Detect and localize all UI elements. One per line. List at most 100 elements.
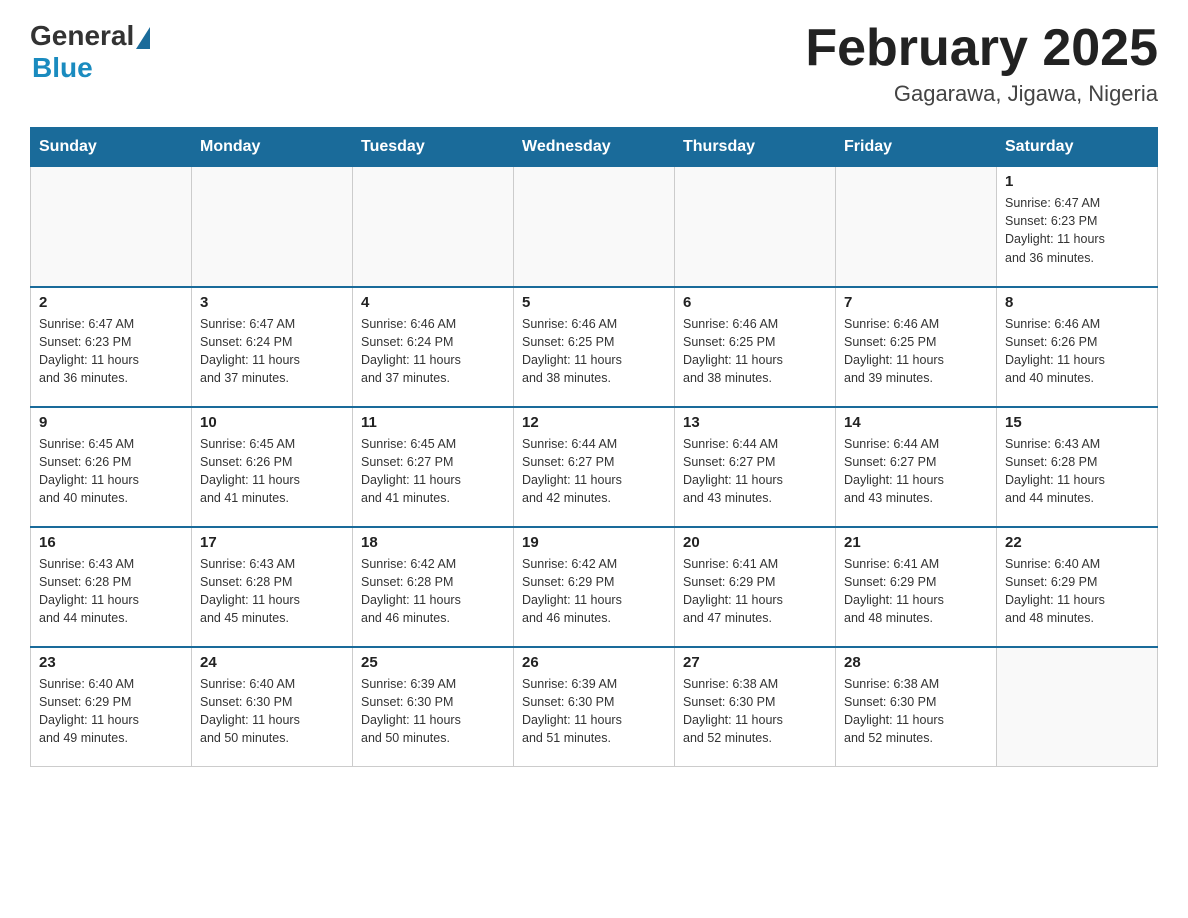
day-number: 25 [361,654,505,671]
day-info: Sunrise: 6:45 AM Sunset: 6:26 PM Dayligh… [39,435,183,508]
calendar-day-header: Thursday [675,128,836,167]
day-number: 12 [522,414,666,431]
day-number: 26 [522,654,666,671]
day-number: 8 [1005,294,1149,311]
calendar-day-cell: 9 Sunrise: 6:45 AM Sunset: 6:26 PM Daylig… [31,407,192,527]
calendar-header-row: SundayMondayTuesdayWednesdayThursdayFrid… [31,128,1158,167]
day-number: 27 [683,654,827,671]
calendar-week-row: 9 Sunrise: 6:45 AM Sunset: 6:26 PM Daylig… [31,407,1158,527]
day-number: 6 [683,294,827,311]
calendar-day-cell: 17Sunrise: 6:43 AM Sunset: 6:28 PM Dayli… [192,527,353,647]
calendar-day-header: Sunday [31,128,192,167]
day-number: 2 [39,294,183,311]
calendar-day-header: Monday [192,128,353,167]
day-info: Sunrise: 6:42 AM Sunset: 6:28 PM Dayligh… [361,555,505,628]
day-number: 18 [361,534,505,551]
calendar-day-cell: 12 Sunrise: 6:44 AM Sunset: 6:27 PM Dayli… [514,407,675,527]
calendar-day-cell: 13 Sunrise: 6:44 AM Sunset: 6:27 PM Dayli… [675,407,836,527]
logo-general-text: General [30,20,134,52]
calendar-day-cell: 2 Sunrise: 6:47 AM Sunset: 6:23 PM Daylig… [31,287,192,407]
title-section: February 2025 Gagarawa, Jigawa, Nigeria [805,20,1158,107]
calendar-day-cell: 20 Sunrise: 6:41 AM Sunset: 6:29 PM Dayli… [675,527,836,647]
calendar-week-row: 2 Sunrise: 6:47 AM Sunset: 6:23 PM Daylig… [31,287,1158,407]
calendar-day-header: Wednesday [514,128,675,167]
calendar-day-cell: 3 Sunrise: 6:47 AM Sunset: 6:24 PM Daylig… [192,287,353,407]
page-title: February 2025 [805,20,1158,77]
day-info: Sunrise: 6:47 AM Sunset: 6:24 PM Dayligh… [200,315,344,388]
day-number: 15 [1005,414,1149,431]
day-number: 24 [200,654,344,671]
day-info: Sunrise: 6:44 AM Sunset: 6:27 PM Dayligh… [522,435,666,508]
day-number: 23 [39,654,183,671]
day-number: 11 [361,414,505,431]
day-number: 13 [683,414,827,431]
day-number: 17 [200,534,344,551]
calendar-day-cell [31,167,192,287]
day-info: Sunrise: 6:43 AM Sunset: 6:28 PM Dayligh… [1005,435,1149,508]
calendar-table: SundayMondayTuesdayWednesdayThursdayFrid… [30,127,1158,767]
calendar-day-cell: 11 Sunrise: 6:45 AM Sunset: 6:27 PM Dayli… [353,407,514,527]
day-info: Sunrise: 6:47 AM Sunset: 6:23 PM Dayligh… [1005,194,1149,267]
day-number: 28 [844,654,988,671]
logo-blue-text: Blue [32,52,93,84]
day-info: Sunrise: 6:38 AM Sunset: 6:30 PM Dayligh… [844,675,988,748]
logo-triangle-icon [136,27,150,49]
calendar-day-cell [192,167,353,287]
calendar-day-header: Tuesday [353,128,514,167]
calendar-day-cell: 24Sunrise: 6:40 AM Sunset: 6:30 PM Dayli… [192,647,353,767]
page-header: General Blue February 2025 Gagarawa, Jig… [30,20,1158,107]
day-info: Sunrise: 6:44 AM Sunset: 6:27 PM Dayligh… [844,435,988,508]
calendar-day-cell: 5 Sunrise: 6:46 AM Sunset: 6:25 PM Daylig… [514,287,675,407]
day-info: Sunrise: 6:45 AM Sunset: 6:27 PM Dayligh… [361,435,505,508]
calendar-day-cell: 10 Sunrise: 6:45 AM Sunset: 6:26 PM Dayli… [192,407,353,527]
calendar-day-cell: 18 Sunrise: 6:42 AM Sunset: 6:28 PM Dayli… [353,527,514,647]
day-number: 22 [1005,534,1149,551]
calendar-day-cell: 6Sunrise: 6:46 AM Sunset: 6:25 PM Daylig… [675,287,836,407]
day-number: 1 [1005,173,1149,190]
calendar-day-cell [997,647,1158,767]
calendar-day-cell: 28 Sunrise: 6:38 AM Sunset: 6:30 PM Dayli… [836,647,997,767]
calendar-day-cell: 21 Sunrise: 6:41 AM Sunset: 6:29 PM Dayli… [836,527,997,647]
day-number: 3 [200,294,344,311]
day-number: 16 [39,534,183,551]
calendar-day-cell: 23 Sunrise: 6:40 AM Sunset: 6:29 PM Dayli… [31,647,192,767]
calendar-day-cell: 19 Sunrise: 6:42 AM Sunset: 6:29 PM Dayli… [514,527,675,647]
day-number: 14 [844,414,988,431]
day-number: 4 [361,294,505,311]
calendar-day-cell: 1 Sunrise: 6:47 AM Sunset: 6:23 PM Daylig… [997,167,1158,287]
day-info: Sunrise: 6:47 AM Sunset: 6:23 PM Dayligh… [39,315,183,388]
day-info: Sunrise: 6:40 AM Sunset: 6:29 PM Dayligh… [39,675,183,748]
calendar-day-cell: 16 Sunrise: 6:43 AM Sunset: 6:28 PM Dayli… [31,527,192,647]
calendar-day-cell: 22 Sunrise: 6:40 AM Sunset: 6:29 PM Dayli… [997,527,1158,647]
day-info: Sunrise: 6:40 AM Sunset: 6:29 PM Dayligh… [1005,555,1149,628]
day-info: Sunrise: 6:43 AM Sunset: 6:28 PM Dayligh… [39,555,183,628]
day-number: 5 [522,294,666,311]
day-number: 10 [200,414,344,431]
day-info: Sunrise: 6:41 AM Sunset: 6:29 PM Dayligh… [683,555,827,628]
day-info: Sunrise: 6:45 AM Sunset: 6:26 PM Dayligh… [200,435,344,508]
day-info: Sunrise: 6:46 AM Sunset: 6:25 PM Dayligh… [844,315,988,388]
calendar-day-cell: 4 Sunrise: 6:46 AM Sunset: 6:24 PM Daylig… [353,287,514,407]
day-info: Sunrise: 6:39 AM Sunset: 6:30 PM Dayligh… [522,675,666,748]
calendar-day-cell: 8Sunrise: 6:46 AM Sunset: 6:26 PM Daylig… [997,287,1158,407]
day-info: Sunrise: 6:39 AM Sunset: 6:30 PM Dayligh… [361,675,505,748]
day-info: Sunrise: 6:42 AM Sunset: 6:29 PM Dayligh… [522,555,666,628]
day-number: 9 [39,414,183,431]
calendar-day-cell [675,167,836,287]
day-info: Sunrise: 6:46 AM Sunset: 6:25 PM Dayligh… [522,315,666,388]
day-info: Sunrise: 6:44 AM Sunset: 6:27 PM Dayligh… [683,435,827,508]
calendar-week-row: 1 Sunrise: 6:47 AM Sunset: 6:23 PM Daylig… [31,167,1158,287]
calendar-day-cell: 7Sunrise: 6:46 AM Sunset: 6:25 PM Daylig… [836,287,997,407]
calendar-day-cell [836,167,997,287]
day-number: 19 [522,534,666,551]
calendar-week-row: 16 Sunrise: 6:43 AM Sunset: 6:28 PM Dayli… [31,527,1158,647]
day-number: 21 [844,534,988,551]
day-info: Sunrise: 6:41 AM Sunset: 6:29 PM Dayligh… [844,555,988,628]
day-info: Sunrise: 6:38 AM Sunset: 6:30 PM Dayligh… [683,675,827,748]
calendar-day-cell: 25 Sunrise: 6:39 AM Sunset: 6:30 PM Dayli… [353,647,514,767]
calendar-day-header: Friday [836,128,997,167]
day-info: Sunrise: 6:46 AM Sunset: 6:24 PM Dayligh… [361,315,505,388]
calendar-day-cell [514,167,675,287]
logo: General Blue [30,20,150,84]
day-number: 20 [683,534,827,551]
